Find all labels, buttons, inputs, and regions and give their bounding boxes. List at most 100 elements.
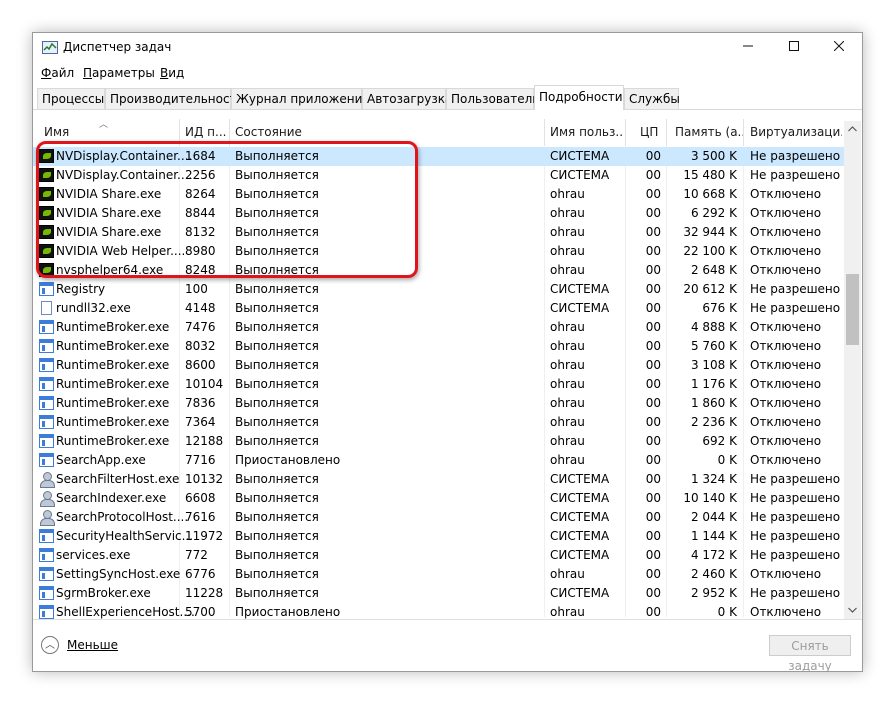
app-window-icon: [39, 567, 54, 581]
process-username: СИСТЕМА: [550, 168, 610, 182]
tabstrip-divider: [33, 109, 862, 110]
table-row[interactable]: services.exe 772 Выполняется СИСТЕМА 00 4 172…: [33, 546, 844, 565]
user-icon: [39, 510, 55, 526]
column-header-username[interactable]: Имя польз...: [550, 125, 622, 139]
process-name: ShellExperienceHost....: [56, 605, 195, 619]
table-row[interactable]: RuntimeBroker.exe 7476 Выполняется ohrau 00 4…: [33, 318, 844, 337]
process-memory: 676 K: [702, 301, 737, 315]
process-status: Выполняется: [235, 396, 319, 410]
process-cpu: 00: [645, 225, 661, 239]
process-name: RuntimeBroker.exe: [56, 377, 170, 391]
column-header-status[interactable]: Состояние: [235, 125, 535, 139]
column-divider[interactable]: [666, 119, 667, 146]
tab-details[interactable]: Подробности: [534, 85, 624, 110]
process-virtualization: Не разрешено: [750, 472, 841, 486]
process-name: rundll32.exe: [56, 301, 131, 315]
table-row[interactable]: SearchFilterHost.exe 10132 Выполняется СИСТ…: [33, 470, 844, 489]
table-row[interactable]: SearchProtocolHost.... 7616 Выполняется СИС…: [33, 508, 844, 527]
table-row[interactable]: Registry 100 Выполняется СИСТЕМА 00 20 612 K Н…: [33, 280, 844, 299]
process-name: RuntimeBroker.exe: [56, 415, 170, 429]
table-row[interactable]: RuntimeBroker.exe 8032 Выполняется ohrau 00 5…: [33, 337, 844, 356]
table-row[interactable]: RuntimeBroker.exe 12188 Выполняется ohrau 00…: [33, 432, 844, 451]
process-memory: 1 324 K: [690, 472, 737, 486]
process-virtualization: Отключено: [750, 434, 822, 448]
tab-performance[interactable]: Производительность: [105, 88, 244, 109]
process-status: Приостановлено: [235, 453, 341, 467]
column-header-pid[interactable]: ИД п...: [185, 125, 229, 139]
task-manager-icon: [42, 41, 58, 54]
app-window-icon: [39, 415, 54, 429]
column-header-cpu[interactable]: ЦП: [640, 125, 662, 139]
table-row[interactable]: RuntimeBroker.exe 7836 Выполняется ohrau 00 1…: [33, 394, 844, 413]
process-cpu: 00: [645, 206, 661, 220]
table-row[interactable]: RuntimeBroker.exe 8600 Выполняется ohrau 00 3…: [33, 356, 844, 375]
tab-processes[interactable]: Процессы: [37, 88, 105, 109]
process-memory: 1 176 K: [690, 377, 737, 391]
column-header-memory[interactable]: Память (а...: [675, 125, 743, 139]
process-cpu: 00: [645, 491, 661, 505]
process-pid: 772: [185, 548, 208, 562]
process-pid: 7616: [185, 510, 216, 524]
minimize-button[interactable]: [725, 33, 771, 62]
column-divider[interactable]: [743, 119, 744, 146]
process-virtualization: Не разрешено: [750, 491, 841, 505]
process-username: СИСТЕМА: [550, 491, 610, 505]
process-status: Приостановлено: [235, 605, 341, 619]
menu-options[interactable]: Параметры: [83, 66, 155, 80]
process-username: СИСТЕМА: [550, 586, 610, 600]
table-row[interactable]: SearchIndexer.exe 6608 Выполняется СИСТЕМА 0…: [33, 489, 844, 508]
table-row[interactable]: SgrmBroker.exe 11228 Выполняется СИСТЕМА 00 2…: [33, 584, 844, 603]
process-status: Выполняется: [235, 529, 319, 543]
process-cpu: 00: [645, 510, 661, 524]
table-row[interactable]: SecurityHealthServic... 11972 Выполняется С…: [33, 527, 844, 546]
process-pid: 100: [185, 282, 208, 296]
process-name: SecurityHealthServic...: [56, 529, 194, 543]
table-row[interactable]: RuntimeBroker.exe 10104 Выполняется ohrau 00…: [33, 375, 844, 394]
process-name: Registry: [56, 282, 106, 296]
process-virtualization: Отключено: [750, 225, 822, 239]
process-cpu: 00: [645, 434, 661, 448]
process-pid: 4148: [185, 301, 216, 315]
highlight-frame: [36, 141, 418, 278]
window-title: Диспетчер задач: [63, 40, 172, 54]
maximize-button[interactable]: [771, 33, 817, 62]
menu-view[interactable]: Вид: [160, 66, 184, 80]
scroll-up-button[interactable]: [844, 121, 861, 138]
process-username: ohrau: [550, 358, 585, 372]
scroll-down-button[interactable]: [844, 602, 861, 619]
process-username: ohrau: [550, 244, 585, 258]
app-window-icon: [39, 396, 54, 410]
process-virtualization: Отключено: [750, 244, 822, 258]
close-button[interactable]: [816, 33, 862, 62]
process-pid: 8032: [185, 339, 216, 353]
column-header-virtualization[interactable]: Виртуализаци...: [750, 125, 842, 139]
tab-startup[interactable]: Автозагрузка: [362, 88, 452, 109]
process-memory: 0 K: [717, 605, 737, 619]
table-row[interactable]: SettingSyncHost.exe 6776 Выполняется ohrau 0…: [33, 565, 844, 584]
process-name: services.exe: [56, 548, 131, 562]
table-row[interactable]: rundll32.exe 4148 Выполняется СИСТЕМА 00 676 …: [33, 299, 844, 318]
process-username: СИСТЕМА: [550, 548, 610, 562]
tab-users[interactable]: Пользователи: [446, 88, 540, 109]
menu-file[interactable]: Файл: [41, 66, 74, 80]
process-cpu: 00: [645, 605, 661, 619]
end-task-button[interactable]: Снять задачу: [769, 635, 851, 671]
column-divider[interactable]: [544, 119, 545, 146]
tab-services[interactable]: Службы: [624, 88, 680, 109]
column-header-name[interactable]: Имя: [44, 125, 174, 139]
process-name: SettingSyncHost.exe: [56, 567, 181, 581]
process-memory: 3 500 K: [690, 149, 737, 163]
process-status: Выполняется: [235, 491, 319, 505]
process-cpu: 00: [645, 168, 661, 182]
vertical-scrollbar[interactable]: [844, 121, 861, 619]
tab-app-history[interactable]: Журнал приложений: [231, 88, 370, 109]
app-window-icon: [39, 377, 54, 391]
process-memory: 20 612 K: [683, 282, 737, 296]
scroll-thumb[interactable]: [846, 274, 859, 345]
table-row[interactable]: SearchApp.exe 7716 Приостановлено ohrau 00 0 …: [33, 451, 844, 470]
table-row[interactable]: RuntimeBroker.exe 7364 Выполняется ohrau 00 2…: [33, 413, 844, 432]
process-memory: 5 760 K: [690, 339, 737, 353]
column-divider[interactable]: [625, 119, 626, 146]
process-username: СИСТЕМА: [550, 149, 610, 163]
process-status: Выполняется: [235, 282, 319, 296]
